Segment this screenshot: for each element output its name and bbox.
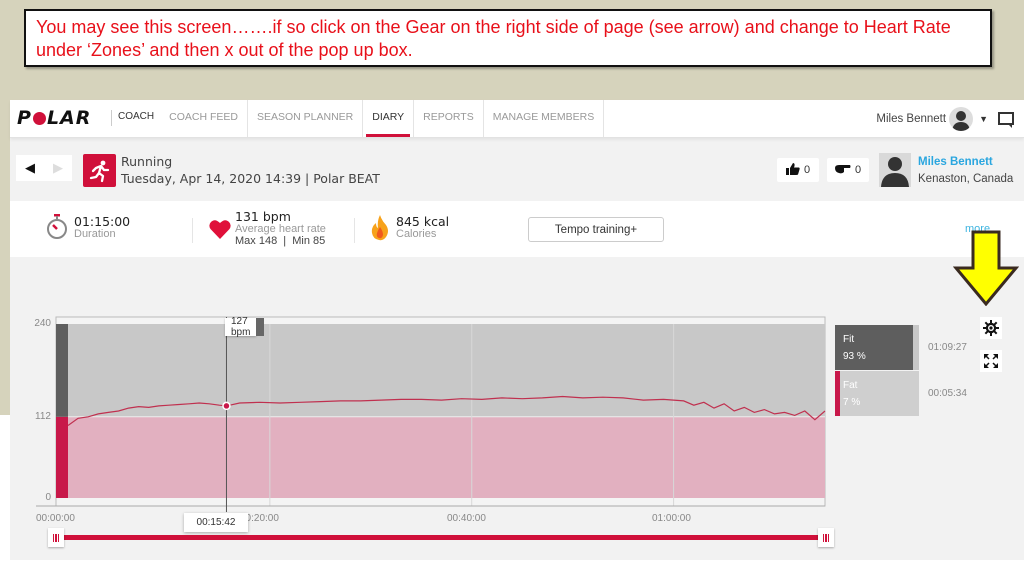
pointing-hand-icon xyxy=(834,164,851,177)
point-count: 0 xyxy=(854,164,862,176)
coach-label: COACH xyxy=(118,111,155,122)
user-name[interactable]: Miles Bennett xyxy=(876,113,946,125)
time-tooltip-text: 00:15:42 xyxy=(196,517,236,528)
caret-down-icon[interactable]: ▼ xyxy=(979,114,988,124)
x-tick-label: 00:40:00 xyxy=(447,513,486,524)
polar-logo[interactable]: P LAR xyxy=(17,107,91,129)
owner-location: Kenaston, Canada xyxy=(918,173,1014,185)
point-button[interactable]: 0 xyxy=(827,158,869,182)
zone-percent: 7 % xyxy=(843,397,861,408)
running-icon xyxy=(83,154,116,187)
session-datetime-device: Tuesday, Apr 14, 2020 14:39 | Polar BEAT xyxy=(121,171,380,186)
duration-label: Duration xyxy=(74,228,116,240)
instruction-text: You may see this screen…….if so click on… xyxy=(36,17,951,60)
gear-icon xyxy=(983,320,999,336)
like-count: 0 xyxy=(803,164,811,176)
zone-percent: 93 % xyxy=(843,351,866,362)
zone-card-fit[interactable]: Fit 93 % xyxy=(835,325,919,370)
divider xyxy=(192,218,193,243)
instruction-callout: You may see this screen…….if so click on… xyxy=(24,9,992,67)
session-pager: ◀ ▶ xyxy=(16,155,72,181)
calories-label: Calories xyxy=(396,228,437,240)
previous-session-button[interactable]: ◀ xyxy=(16,155,44,181)
y-tick-label: 0 xyxy=(45,492,51,503)
avg-hr-label: Average heart rate xyxy=(235,223,326,235)
main-nav: COACH COACH FEED SEASON PLANNER DIARY RE… xyxy=(110,100,605,137)
user-avatar-icon[interactable] xyxy=(949,106,974,131)
heart-icon xyxy=(209,219,231,244)
range-start-handle[interactable] xyxy=(48,528,64,547)
zone-name: Fit xyxy=(843,334,855,345)
nav-manage-members[interactable]: MANAGE MEMBERS xyxy=(484,100,605,137)
divider xyxy=(354,218,355,243)
bpm-tooltip-text: 127 bpm xyxy=(231,316,251,338)
owner-avatar[interactable] xyxy=(879,153,911,187)
nav-diary[interactable]: DIARY xyxy=(363,100,415,137)
x-tick-label: 00:00:00 xyxy=(36,513,75,524)
next-session-button[interactable]: ▶ xyxy=(44,155,72,181)
time-tooltip: 00:15:42 xyxy=(184,513,248,532)
like-button[interactable]: 0 xyxy=(777,158,819,182)
top-navigation-bar: P LAR COACH COACH FEED SEASON PLANNER DIA… xyxy=(10,100,1024,138)
flame-icon xyxy=(371,215,389,246)
expand-icon xyxy=(984,354,998,368)
calories-value: 845 kcal xyxy=(396,214,450,229)
thumbs-up-icon xyxy=(785,162,800,178)
avg-hr-value: 131 bpm xyxy=(235,209,291,224)
duration-value: 01:15:00 xyxy=(74,214,131,229)
x-tick-label: 01:00:00 xyxy=(652,513,691,524)
y-tick-label: 112 xyxy=(35,411,51,422)
zone-time-fit: 01:09:27 xyxy=(928,342,967,353)
zone-name: Fat xyxy=(843,380,858,391)
zone-time-fat: 00:05:34 xyxy=(928,388,967,399)
bpm-tooltip: 127 bpm xyxy=(225,316,266,338)
settings-gear-button[interactable] xyxy=(980,317,1002,339)
fullscreen-button[interactable] xyxy=(980,350,1002,372)
hr-max-min: Max 148 | Min 85 xyxy=(235,235,326,247)
y-tick-label: 240 xyxy=(34,318,51,329)
owner-name-link[interactable]: Miles Bennett xyxy=(918,156,993,168)
nav-season-planner[interactable]: SEASON PLANNER xyxy=(248,100,364,137)
sport-name: Running xyxy=(121,154,173,169)
session-summary: 01:15:00 Duration 131 bpm Average heart … xyxy=(10,201,1024,257)
nav-coach-feed[interactable]: COACH FEED xyxy=(160,100,248,137)
zone-card-fat[interactable]: Fat 7 % xyxy=(835,371,919,416)
nav-reports[interactable]: REPORTS xyxy=(414,100,484,137)
session-header: ◀ ▶ Running Tuesday, Apr 14, 2020 14:39 … xyxy=(10,150,1024,194)
range-end-handle[interactable] xyxy=(818,528,834,547)
stopwatch-icon xyxy=(46,214,68,245)
time-range-track[interactable] xyxy=(53,535,818,540)
user-menu[interactable]: Miles Bennett ▼ xyxy=(876,100,1014,137)
messages-icon[interactable] xyxy=(998,112,1014,128)
yellow-arrow-annotation xyxy=(953,230,1019,306)
tempo-training-button[interactable]: Tempo training+ xyxy=(528,217,664,242)
